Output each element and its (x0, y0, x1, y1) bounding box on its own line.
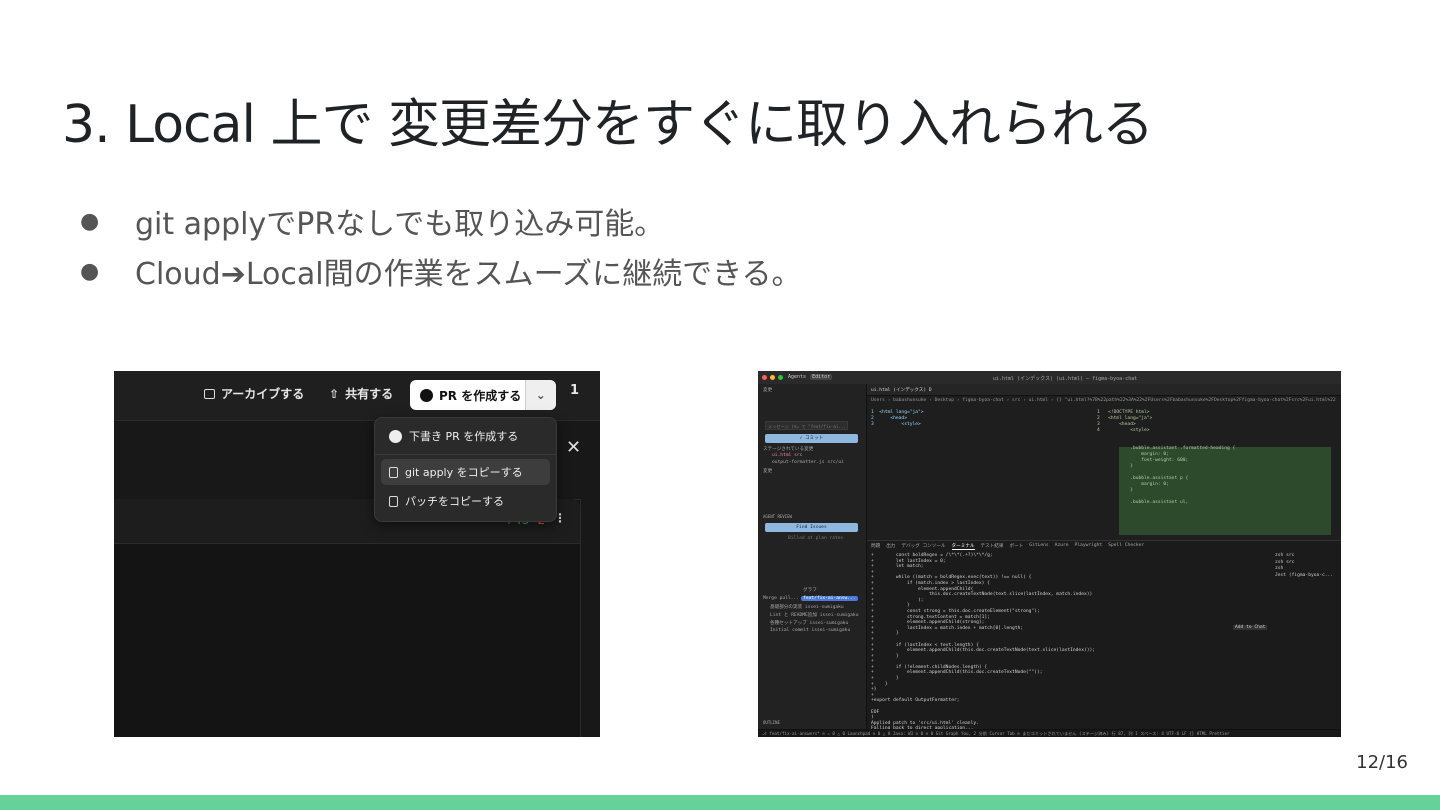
bullet-item: ● git applyでPRなしでも取り込み可能。 (80, 196, 801, 246)
file-tab[interactable]: ui.html (インデックス) D (867, 384, 1341, 396)
editor-titlebar: Agents Editor ui.html (インデックス) (ui.html)… (758, 371, 1341, 385)
share-label: 共有する (345, 387, 394, 401)
bullet-dot-icon: ● (80, 208, 100, 234)
minimize-window-icon[interactable] (770, 375, 775, 380)
mode-tabs: Agents Editor (788, 374, 833, 380)
tab-gitlens[interactable]: GitLens (1029, 543, 1048, 550)
tab-azure[interactable]: Azure (1055, 543, 1069, 550)
add-to-chat-button[interactable]: Add to Chat (1233, 625, 1268, 630)
terminal-output[interactable]: + const boldRegex = /\*\*(.+?)\*\*/g; + … (871, 553, 1095, 737)
clipboard-icon (389, 495, 398, 507)
status-bar: ⎇ feat/fix-ai-answers* ⊙ ⚠ 0 △ 0 Launchp… (758, 729, 1341, 737)
tab-ports[interactable]: ポート (1010, 543, 1024, 550)
commit-row[interactable]: Initial commit issei-sumigaku (770, 628, 850, 633)
commit-row[interactable]: Lint と README追加 issei-sumigaku (770, 612, 858, 618)
pr-dropdown-menu: 下書き PR を作成する git apply をコピーする パッチをコピーする (374, 417, 557, 522)
diff-right-code: 1 <!DOCTYPE html> 2 <html lang="ja"> 3 <… (1097, 410, 1236, 505)
github-icon (420, 388, 433, 402)
changes-section-label: 変更 (763, 388, 773, 393)
commit-message-input[interactable]: メッセージ (⌘↵ で "feat/fix-ai... (765, 421, 848, 430)
outline-label[interactable]: OUTLINE (763, 720, 780, 725)
staged-file[interactable]: output-formatter.js src/ui (772, 460, 844, 465)
breadcrumb: Users › babashunsuke › Desktop › figma-b… (871, 398, 1336, 403)
create-pr-button[interactable]: PR を作成する (410, 387, 525, 404)
share-icon: ⇧ (329, 386, 340, 401)
bullet-text: git applyでPRなしでも取り込み可能。 (135, 207, 665, 242)
github-icon (389, 429, 402, 443)
find-issues-button[interactable]: Find Issues (765, 523, 858, 532)
slide-title: 3. Local 上で 変更差分をすぐに取り入れられる (62, 95, 1154, 155)
commit-row[interactable]: Merge pull... (763, 596, 799, 601)
menu-divider (375, 454, 556, 455)
tab-terminal[interactable]: ターミナル (951, 543, 975, 550)
pr-dropdown-toggle[interactable]: ⌄ (524, 380, 556, 410)
bullet-text: Cloud➔Local間の作業をスムーズに継続できる。 (135, 257, 802, 292)
tab-playwright[interactable]: Playwright (1075, 543, 1103, 550)
copy-git-apply-label: git apply をコピーする (405, 466, 523, 479)
graph-label: グラフ (803, 588, 817, 593)
billed-text: Billed at plan rates (788, 536, 844, 541)
create-pr-button-group: PR を作成する ⌄ (410, 380, 556, 410)
create-pr-label: PR を作成する (439, 388, 522, 403)
staged-changes-label[interactable]: ステージされている変更 (763, 446, 813, 452)
source-control-sidebar: 変更 メッセージ (⌘↵ で "feat/fix-ai... ✓ コミット ステ… (758, 384, 867, 729)
tab-editor[interactable]: Editor (810, 374, 833, 380)
archive-button[interactable]: アーカイブする (204, 385, 304, 402)
tab-debug-console[interactable]: デバッグ コンソール (901, 543, 945, 550)
chevron-down-icon: ⌄ (535, 388, 546, 402)
diff-left-code: 1 <html lang="ja"> 2 <head> 3 <style> (871, 410, 924, 427)
share-button[interactable]: ⇧ 共有する (329, 385, 393, 402)
terminal-tabs: 問題 出力 デバッグ コンソール ターミナル テスト結果 ポート GitLens… (871, 543, 1144, 550)
tab-spell-checker[interactable]: Spell Checker (1108, 543, 1144, 550)
commit-row[interactable]: 各種セットアップ issei-sumigaku (770, 620, 848, 626)
bullet-list: ● git applyでPRなしでも取り込み可能。 ● Cloud➔Local間の作… (80, 196, 801, 296)
changes-label[interactable]: 変更 (763, 468, 772, 474)
editor-screenshot: Agents Editor ui.html (インデックス) (ui.html)… (758, 371, 1341, 737)
footer-accent-bar (0, 795, 1440, 810)
archive-icon (204, 388, 215, 399)
status-bar-text: ⎇ feat/fix-ai-answers* ⊙ ⚠ 0 △ 0 Launchp… (762, 731, 1230, 736)
archive-label: アーカイブする (221, 387, 305, 401)
tab-agents[interactable]: Agents (788, 374, 806, 380)
close-icon[interactable]: ✕ (566, 437, 581, 458)
staged-file[interactable]: ui.html src (772, 453, 802, 458)
window-title: ui.html (インデックス) (ui.html) — figma-byoa-… (993, 376, 1138, 382)
commit-row[interactable]: 基礎部分の実装 issei-sumigaku (770, 604, 844, 610)
user-badge[interactable]: 1 (570, 383, 579, 398)
clipboard-icon (389, 466, 398, 478)
copy-git-apply-menu-item[interactable]: git apply をコピーする (381, 459, 550, 485)
terminal-panel: 問題 出力 デバッグ コンソール ターミナル テスト結果 ポート GitLens… (867, 540, 1341, 737)
pr-screenshot: アーカイブする ⇧ 共有する PR を作成する ⌄ 1 ✕ +43 -2 ⋮ 下… (114, 371, 600, 737)
tab-test-results[interactable]: テスト結果 (981, 543, 1004, 550)
editor-area: ui.html (インデックス) D Users › babashunsuke … (867, 384, 1341, 737)
commit-button[interactable]: ✓ コミット (765, 434, 858, 443)
copy-patch-label: パッチをコピーする (405, 495, 504, 508)
terminal-shell-list[interactable]: zsh src zsh src zsh Jest (figma-byoa-c..… (1275, 553, 1333, 579)
draft-pr-menu-item[interactable]: 下書き PR を作成する (381, 423, 550, 449)
maximize-window-icon[interactable] (778, 375, 783, 380)
copy-patch-menu-item[interactable]: パッチをコピーする (381, 488, 550, 514)
bullet-item: ● Cloud➔Local間の作業をスムーズに継続できる。 (80, 246, 801, 296)
draft-pr-label: 下書き PR を作成する (409, 430, 519, 443)
tab-output[interactable]: 出力 (886, 543, 895, 550)
page-number: 12/16 (1356, 752, 1408, 773)
branch-badge: feat/fix-ai-answ... (801, 596, 858, 601)
bullet-dot-icon: ● (80, 258, 100, 284)
file-tab-label: ui.html (インデックス) D (871, 388, 932, 393)
tab-problems[interactable]: 問題 (871, 543, 880, 550)
agent-review-label: AGENT REVIEW (763, 514, 792, 519)
close-window-icon[interactable] (762, 375, 767, 380)
